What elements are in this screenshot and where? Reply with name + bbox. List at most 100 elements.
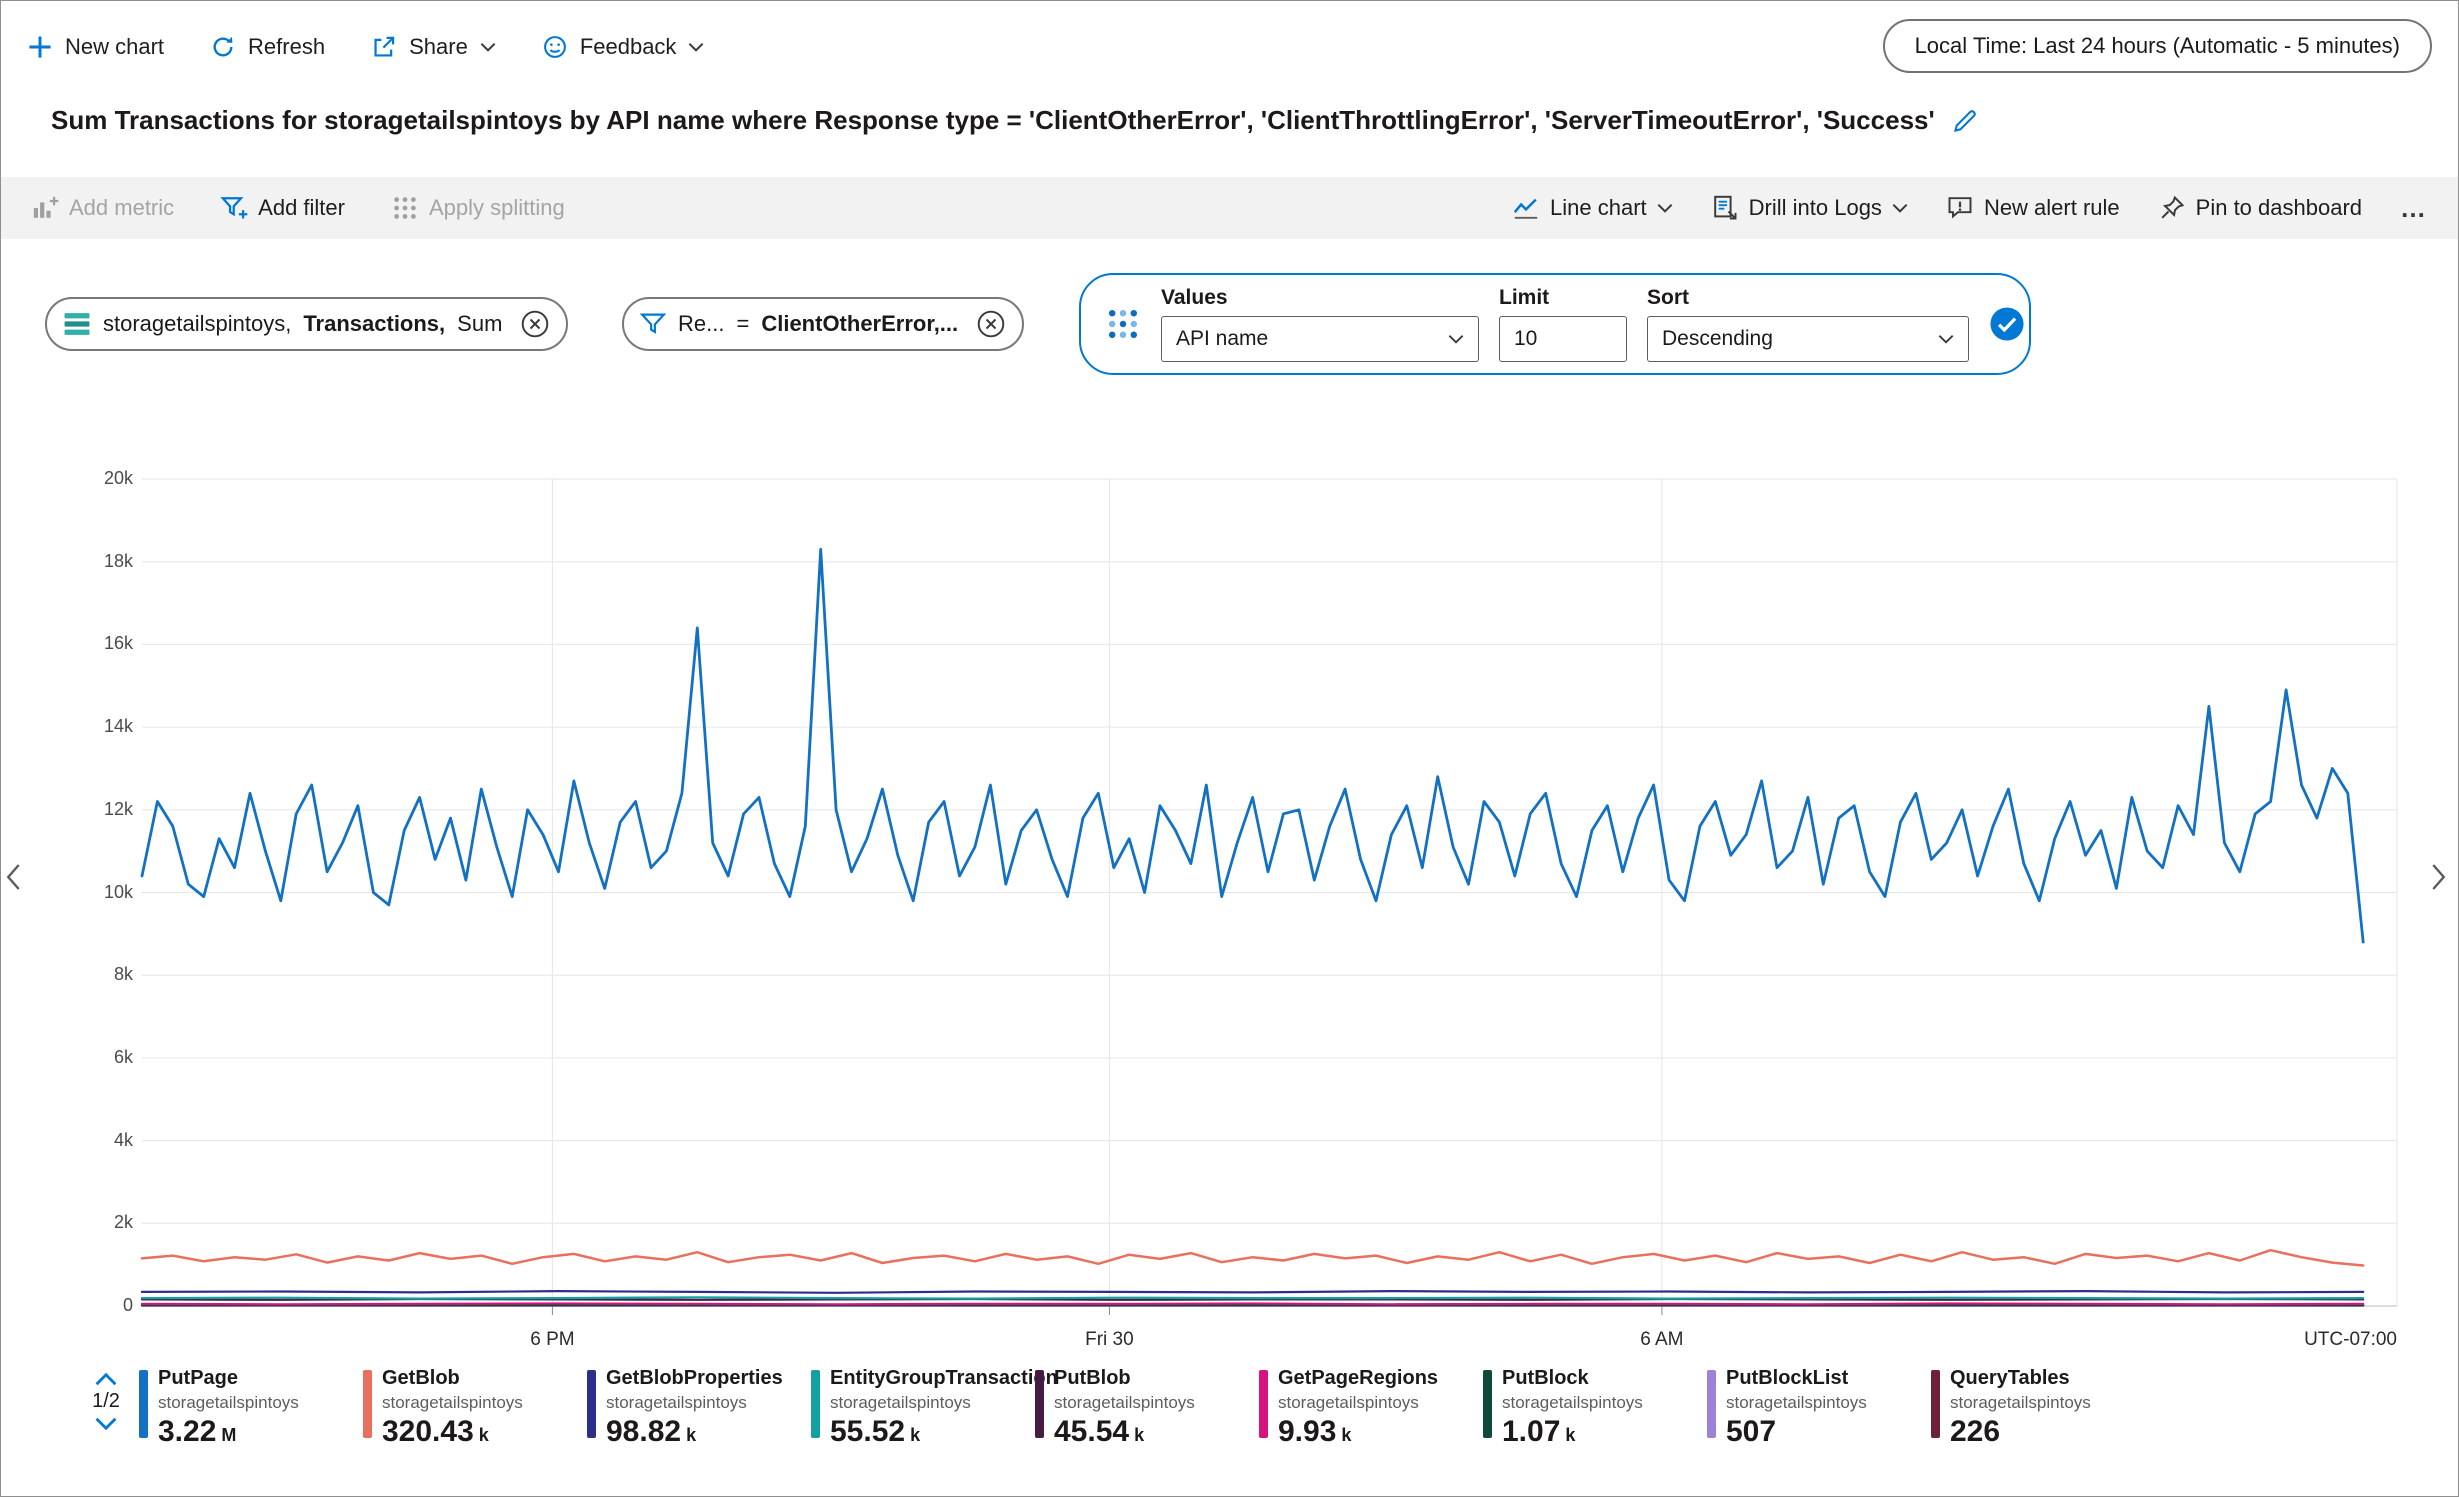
legend-unit: k (1565, 1425, 1575, 1446)
metric-name: Transactions, (303, 311, 445, 337)
y-axis-label: 4k (17, 1130, 133, 1151)
legend-resource-name: storagetailspintoys (382, 1393, 523, 1413)
sort-select[interactable]: Descending (1647, 316, 1969, 362)
metric-pill[interactable]: storagetailspintoys, Transactions, Sum (45, 297, 568, 351)
drill-into-logs-dropdown[interactable]: Drill into Logs (1711, 194, 1908, 222)
chart-pan-left-icon[interactable] (6, 863, 21, 891)
legend-text: QueryTables storagetailspintoys 226 (1950, 1367, 2091, 1449)
legend-color-bar (1931, 1370, 1940, 1438)
feedback-button[interactable]: Feedback (542, 34, 705, 60)
feedback-label: Feedback (580, 34, 677, 60)
edit-title-icon[interactable] (1951, 107, 1979, 135)
new-chart-label: New chart (65, 34, 164, 60)
metric-scope: storagetailspintoys, (103, 311, 291, 337)
legend-text: PutBlockList storagetailspintoys 507 (1726, 1367, 1867, 1449)
limit-input[interactable] (1499, 316, 1627, 362)
apply-splitting-label: Apply splitting (429, 195, 565, 221)
legend-color-bar (1707, 1370, 1716, 1438)
timezone-label: UTC-07:00 (2304, 1329, 2397, 1351)
refresh-button[interactable]: Refresh (210, 34, 325, 60)
top-toolbar: New chart Refresh Share Feedback (1, 1, 2458, 93)
legend-page-up-icon[interactable] (95, 1373, 117, 1386)
azure-metrics-chart-page: New chart Refresh Share Feedback (0, 0, 2459, 1497)
chevron-down-icon (1448, 334, 1464, 344)
share-button[interactable]: Share (371, 34, 496, 60)
more-options-button[interactable]: … (2400, 198, 2428, 218)
drill-into-logs-icon (1711, 194, 1739, 222)
command-bar-right: Line chart Drill into Logs New alert rul (1512, 194, 2428, 222)
pin-to-dashboard-button[interactable]: Pin to dashboard (2158, 194, 2362, 222)
plus-icon (27, 34, 53, 60)
chevron-down-icon (1892, 203, 1908, 213)
new-alert-rule-button[interactable]: New alert rule (1946, 194, 2120, 222)
filter-property: Re... (678, 311, 724, 337)
time-range-picker[interactable]: Local Time: Last 24 hours (Automatic - 5… (1883, 19, 2432, 73)
metrics-line-chart (142, 479, 2397, 1306)
filter-operator: = (736, 311, 749, 337)
legend-item[interactable]: GetPageRegions storagetailspintoys 9.93 … (1259, 1367, 1483, 1449)
legend-page-down-icon[interactable] (95, 1417, 117, 1430)
y-axis-label: 14k (17, 716, 133, 737)
legend-value: 320.43 (382, 1415, 474, 1449)
legend-value: 507 (1726, 1415, 1776, 1449)
legend-resource-name: storagetailspintoys (606, 1393, 783, 1413)
remove-metric-icon[interactable] (520, 309, 550, 339)
more-options-label: … (2400, 198, 2428, 218)
legend-series-name: GetBlobProperties (606, 1367, 783, 1390)
x-axis-label: 6 AM (1640, 1329, 1683, 1351)
legend-value-row: 55.52 k (830, 1415, 1058, 1449)
y-axis-label: 8k (17, 964, 133, 985)
legend-item[interactable]: QueryTables storagetailspintoys 226 (1931, 1367, 2155, 1449)
filter-values: ClientOtherError,... (761, 311, 958, 337)
apply-splitting-button[interactable]: Apply splitting (391, 194, 565, 222)
y-axis-label: 12k (17, 799, 133, 820)
legend-text: GetBlob storagetailspintoys 320.43 k (382, 1367, 523, 1449)
add-filter-button[interactable]: Add filter (220, 194, 345, 222)
legend-resource-name: storagetailspintoys (1950, 1393, 2091, 1413)
smiley-icon (542, 34, 568, 60)
legend-value: 226 (1950, 1415, 2000, 1449)
legend-unit: k (1341, 1425, 1351, 1446)
chevron-down-icon (480, 42, 496, 52)
add-metric-icon (31, 194, 59, 222)
legend-series-name: PutBlockList (1726, 1367, 1867, 1390)
legend-item[interactable]: PutBlockList storagetailspintoys 507 (1707, 1367, 1931, 1449)
legend-item[interactable]: PutPage storagetailspintoys 3.22 M (139, 1367, 363, 1449)
time-range-label: Local Time: Last 24 hours (Automatic - 5… (1915, 33, 2400, 59)
refresh-label: Refresh (248, 34, 325, 60)
x-axis-label: Fri 30 (1085, 1329, 1134, 1351)
y-axis-label: 20k (17, 468, 133, 489)
add-metric-button[interactable]: Add metric (31, 194, 174, 222)
filter-funnel-icon (640, 311, 666, 337)
add-filter-icon (220, 194, 248, 222)
legend-item[interactable]: PutBlob storagetailspintoys 45.54 k (1035, 1367, 1259, 1449)
legend-unit: M (221, 1425, 236, 1446)
legend-item[interactable]: EntityGroupTransaction storagetailspinto… (811, 1367, 1035, 1449)
new-chart-button[interactable]: New chart (27, 34, 164, 60)
chevron-down-icon (1657, 203, 1673, 213)
legend-color-bar (811, 1370, 820, 1438)
command-bar-left: Add metric Add filter Apply splitting (31, 194, 565, 222)
line-chart-label: Line chart (1550, 195, 1647, 221)
legend-series-name: PutBlob (1054, 1367, 1195, 1390)
y-axis-label: 10k (17, 882, 133, 903)
legend-text: GetPageRegions storagetailspintoys 9.93 … (1278, 1367, 1438, 1449)
values-select[interactable]: API name (1161, 316, 1479, 362)
chevron-down-icon (1938, 334, 1954, 344)
new-alert-rule-icon (1946, 194, 1974, 222)
metric-aggregation: Sum (457, 311, 502, 337)
filter-pill[interactable]: Re... = ClientOtherError,... (622, 297, 1024, 351)
chart-type-dropdown[interactable]: Line chart (1512, 194, 1673, 222)
legend-item[interactable]: PutBlock storagetailspintoys 1.07 k (1483, 1367, 1707, 1449)
splitting-scatter-icon (1105, 306, 1141, 342)
legend-item[interactable]: GetBlob storagetailspintoys 320.43 k (363, 1367, 587, 1449)
legend-series-name: PutPage (158, 1367, 299, 1390)
legend-value-row: 45.54 k (1054, 1415, 1195, 1449)
chart-pan-right-icon[interactable] (2431, 863, 2446, 891)
apply-splitting-check-icon[interactable] (1989, 306, 2025, 342)
legend-items: PutPage storagetailspintoys 3.22 M GetBl… (139, 1367, 2155, 1449)
legend-color-bar (363, 1370, 372, 1438)
legend-item[interactable]: GetBlobProperties storagetailspintoys 98… (587, 1367, 811, 1449)
legend-series-name: EntityGroupTransaction (830, 1367, 1058, 1390)
remove-filter-icon[interactable] (976, 309, 1006, 339)
